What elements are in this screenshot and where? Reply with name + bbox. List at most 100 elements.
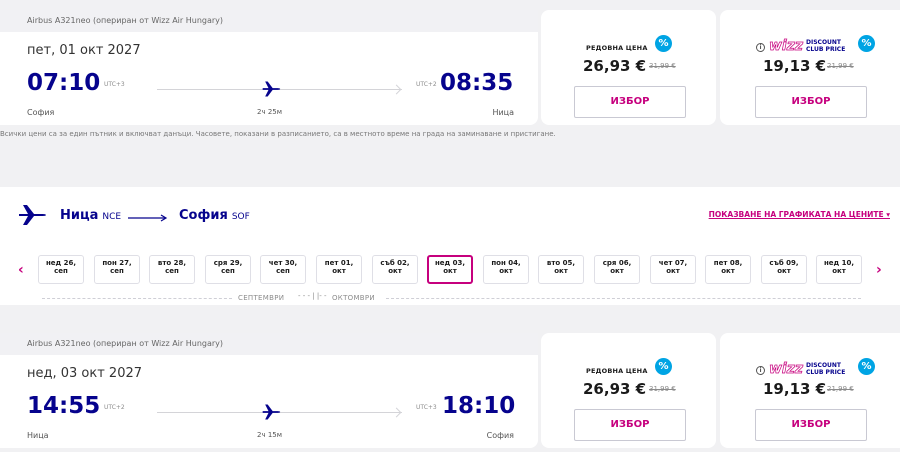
date-tile-month: окт — [554, 266, 568, 275]
month-separator: - - - | |- - — [298, 292, 327, 300]
select-regular-button[interactable]: ИЗБОР — [574, 86, 686, 118]
departure-city: Ница — [27, 431, 49, 440]
show-price-chart-link[interactable]: ПОКАЗВАНЕ НА ГРАФИКАТА НА ЦЕНИТЕ ▾ — [709, 210, 890, 219]
date-tile[interactable]: нед 03, окт — [427, 255, 473, 284]
date-tile[interactable]: пон 04, окт — [483, 255, 529, 284]
date-tile[interactable]: пет 01, окт — [316, 255, 362, 284]
select-regular-button[interactable]: ИЗБОР — [574, 409, 686, 441]
month-label-september: СЕПТЕМВРИ — [238, 294, 285, 302]
date-tile[interactable]: сря 06, окт — [594, 255, 640, 284]
percent-badge-icon: % — [858, 358, 875, 375]
date-tile[interactable]: сря 29, сеп — [205, 255, 251, 284]
plane-icon — [262, 81, 281, 97]
plane-icon — [262, 404, 281, 420]
regular-price-label: РЕДОВНА ЦЕНА — [586, 367, 648, 375]
select-club-button[interactable]: ИЗБОР — [755, 409, 867, 441]
regular-old-price: 31,99 € — [649, 62, 676, 70]
regular-price: 26,93 € — [583, 380, 647, 398]
date-tile[interactable]: нед 10, окт — [816, 255, 862, 284]
return-destination-city: София — [179, 208, 228, 223]
club-price: 19,13 € — [763, 380, 827, 398]
return-origin: Ница NCE — [60, 208, 121, 223]
arrival-time: 18:10 — [442, 393, 516, 419]
date-tile-month: окт — [777, 266, 791, 275]
date-tile-month: сеп — [110, 266, 124, 275]
return-origin-city: Ница — [60, 208, 99, 223]
date-tile-month: окт — [666, 266, 680, 275]
select-club-button[interactable]: ИЗБОР — [755, 86, 867, 118]
arrival-timezone: UTC+2 — [416, 81, 437, 88]
club-price-box[interactable]: i wizz DISCOUNT CLUB PRICE % 19,13 € 21,… — [720, 333, 900, 448]
month-label-october: ОКТОМВРИ — [332, 294, 375, 302]
date-tile-month: окт — [443, 266, 457, 275]
percent-badge-icon: % — [858, 35, 875, 52]
aircraft-label: Airbus A321neo (опериран от Wizz Air Hun… — [0, 10, 538, 32]
svg-text:wizz: wizz — [769, 361, 804, 376]
flight-card-outbound: Airbus A321neo (опериран от Wizz Air Hun… — [0, 10, 900, 125]
arrival-timezone: UTC+3 — [416, 404, 437, 411]
date-tile[interactable]: вто 28, сеп — [149, 255, 195, 284]
departure-city: София — [27, 108, 55, 117]
date-tile-month: сеп — [276, 266, 290, 275]
info-icon[interactable]: i — [756, 43, 765, 52]
return-destination: София SOF — [179, 208, 250, 223]
airplane-icon — [19, 205, 46, 225]
svg-text:CLUB PRICE: CLUB PRICE — [806, 46, 845, 53]
info-icon[interactable]: i — [756, 366, 765, 375]
date-tile-month: окт — [388, 266, 402, 275]
wizz-discount-club-logo: wizz DISCOUNT CLUB PRICE — [769, 38, 845, 53]
date-tile[interactable]: пет 08, окт — [705, 255, 751, 284]
aircraft-label: Airbus A321neo (опериран от Wizz Air Hun… — [0, 333, 538, 355]
club-price: 19,13 € — [763, 57, 827, 75]
regular-price: 26,93 € — [583, 57, 647, 75]
svg-text:DISCOUNT: DISCOUNT — [806, 362, 842, 369]
regular-price-label: РЕДОВНА ЦЕНА — [586, 44, 648, 52]
regular-price-box[interactable]: РЕДОВНА ЦЕНА % 26,93 € 31,99 € ИЗБОР — [541, 10, 716, 125]
flight-duration: 2ч 15м — [257, 431, 283, 439]
departure-timezone: UTC+3 — [104, 81, 125, 88]
arrival-city: Ница — [492, 108, 514, 117]
date-tile[interactable]: чет 07, окт — [650, 255, 696, 284]
svg-text:CLUB PRICE: CLUB PRICE — [806, 369, 845, 376]
departure-timezone: UTC+2 — [104, 404, 125, 411]
departure-time: 14:55 — [27, 393, 101, 419]
date-tile-month: сеп — [165, 266, 179, 275]
flight-date: нед, 03 окт 2027 — [27, 366, 143, 381]
date-tile[interactable]: чет 30, сеп — [260, 255, 306, 284]
date-tile[interactable]: нед 26, сеп — [38, 255, 84, 284]
return-destination-code: SOF — [231, 212, 250, 222]
regular-price-box[interactable]: РЕДОВНА ЦЕНА % 26,93 € 31,99 € ИЗБОР — [541, 333, 716, 448]
arrival-time: 08:35 — [440, 70, 514, 96]
price-disclaimer: Всички цени са за един пътник и включват… — [0, 130, 556, 138]
date-tile-month: сеп — [54, 266, 68, 275]
flight-date: пет, 01 окт 2027 — [27, 43, 141, 58]
club-price-box[interactable]: i wizz DISCOUNT CLUB PRICE % 19,13 € 21,… — [720, 10, 900, 125]
date-tile-month: окт — [610, 266, 624, 275]
route-arrow-icon — [391, 407, 402, 418]
prev-dates-arrow-icon[interactable]: ‹ — [18, 262, 24, 278]
svg-text:DISCOUNT: DISCOUNT — [806, 39, 842, 46]
regular-old-price: 31,99 € — [649, 385, 676, 393]
date-tile[interactable]: вто 05, окт — [538, 255, 584, 284]
date-tile[interactable]: съб 02, окт — [372, 255, 418, 284]
flight-duration: 2ч 25м — [257, 108, 283, 116]
date-tile[interactable]: пон 27, сеп — [94, 255, 140, 284]
departure-time: 07:10 — [27, 70, 101, 96]
date-tile[interactable]: съб 09, окт — [761, 255, 807, 284]
month-divider-line — [42, 298, 232, 299]
percent-badge-icon: % — [655, 358, 672, 375]
club-old-price: 21,99 € — [827, 385, 854, 393]
route-arrow-icon — [128, 214, 168, 222]
date-tile-month: сеп — [221, 266, 235, 275]
arrival-city: София — [486, 431, 514, 440]
flight-info: Airbus A321neo (опериран от Wizz Air Hun… — [0, 333, 538, 448]
date-tile-month: окт — [499, 266, 513, 275]
wizz-discount-club-logo: wizz DISCOUNT CLUB PRICE — [769, 361, 845, 376]
svg-text:wizz: wizz — [769, 38, 804, 53]
flight-card-return: Airbus A321neo (опериран от Wizz Air Hun… — [0, 333, 900, 448]
flight-info: Airbus A321neo (опериран от Wizz Air Hun… — [0, 10, 538, 125]
next-dates-arrow-icon[interactable]: › — [876, 262, 882, 278]
date-tile-month: окт — [721, 266, 735, 275]
date-tile-month: окт — [832, 266, 846, 275]
return-origin-code: NCE — [102, 212, 122, 222]
